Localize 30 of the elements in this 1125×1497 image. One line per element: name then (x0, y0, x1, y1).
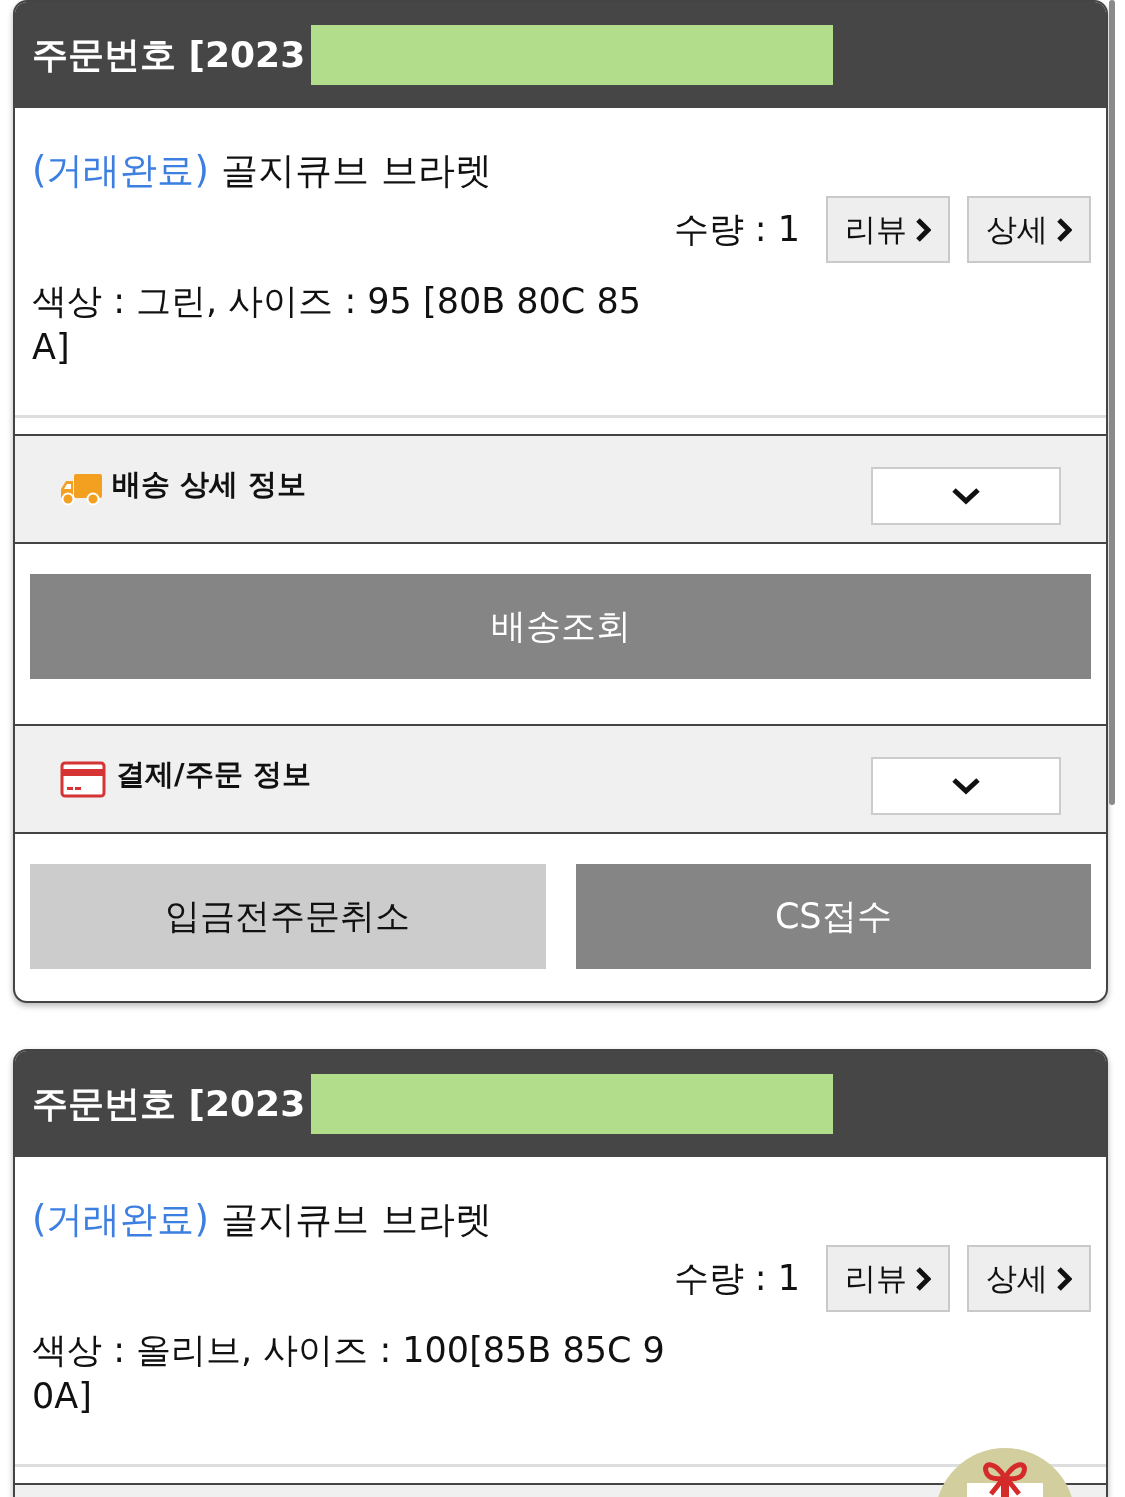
option-text: 색상 : 올리브, 사이즈 : 100[85B 85C 90A] (32, 1329, 666, 1418)
product-name: 골지큐브 브라렛 (220, 148, 492, 194)
chevron-down-icon (951, 777, 981, 795)
chevron-right-icon (1056, 1265, 1072, 1292)
expand-toggle-button[interactable] (871, 757, 1061, 815)
order-status: (거래완료) (32, 1197, 209, 1243)
review-button[interactable]: 리뷰 (826, 196, 950, 263)
action-button[interactable]: 입금전주문취소 (30, 864, 546, 969)
chevron-right-icon (1056, 216, 1072, 243)
chevron-down-icon (951, 487, 981, 505)
section-title: 결제/주문 정보 (116, 756, 311, 793)
order-status: (거래완료) (32, 148, 209, 194)
action-button[interactable]: 배송조회 (30, 574, 1091, 679)
credit-card-icon (60, 760, 106, 798)
chevron-right-icon (915, 1265, 931, 1292)
truck-icon (60, 472, 102, 506)
review-button[interactable]: 리뷰 (826, 1245, 950, 1312)
detail-button[interactable]: 상세 (967, 196, 1091, 263)
gift-icon[interactable] (935, 1448, 1075, 1497)
action-button[interactable]: CS접수 (575, 864, 1091, 969)
order-number-title: 주문번호 [2023 (32, 1081, 306, 1126)
detail-button[interactable]: 상세 (967, 1245, 1091, 1312)
chevron-right-icon (915, 216, 931, 243)
order-number-title: 주문번호 [2023 (32, 32, 306, 77)
quantity-text: 수량 : 1 (673, 208, 800, 251)
expand-toggle-button[interactable] (871, 467, 1061, 525)
product-name: 골지큐브 브라렛 (220, 1197, 492, 1243)
quantity-text: 수량 : 1 (673, 1257, 800, 1300)
section-title: 배송 상세 정보 (112, 466, 307, 503)
option-text: 색상 : 그린, 사이즈 : 95 [80B 80C 85A] (32, 280, 642, 369)
